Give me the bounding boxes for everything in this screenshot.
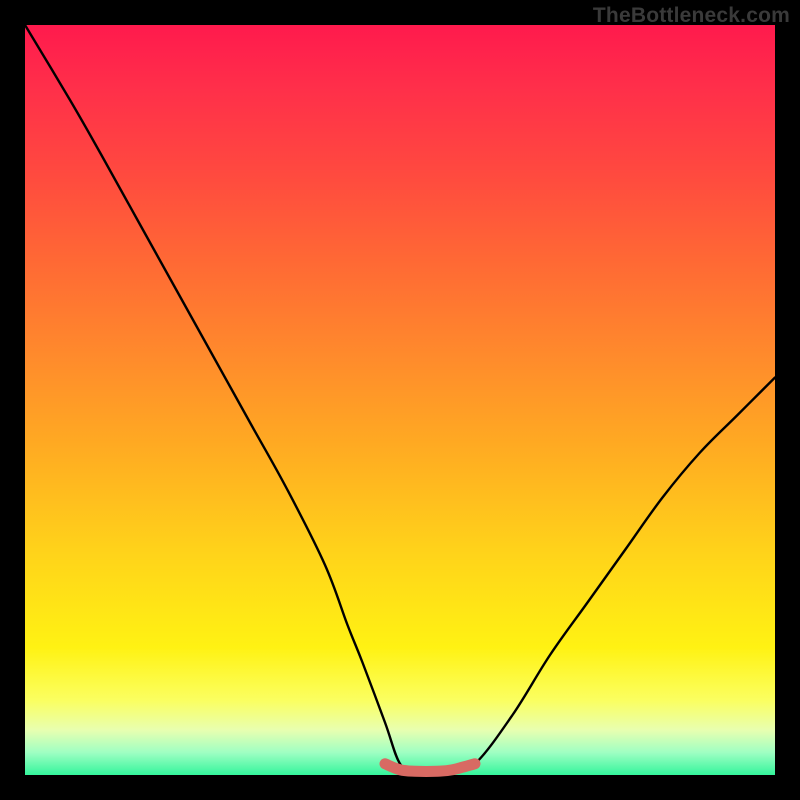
plot-area (25, 25, 775, 775)
flat-segment (385, 764, 475, 772)
watermark-text: TheBottleneck.com (593, 4, 790, 28)
curve-layer (25, 25, 775, 775)
chart-frame: TheBottleneck.com (0, 0, 800, 800)
main-curve (25, 25, 775, 771)
